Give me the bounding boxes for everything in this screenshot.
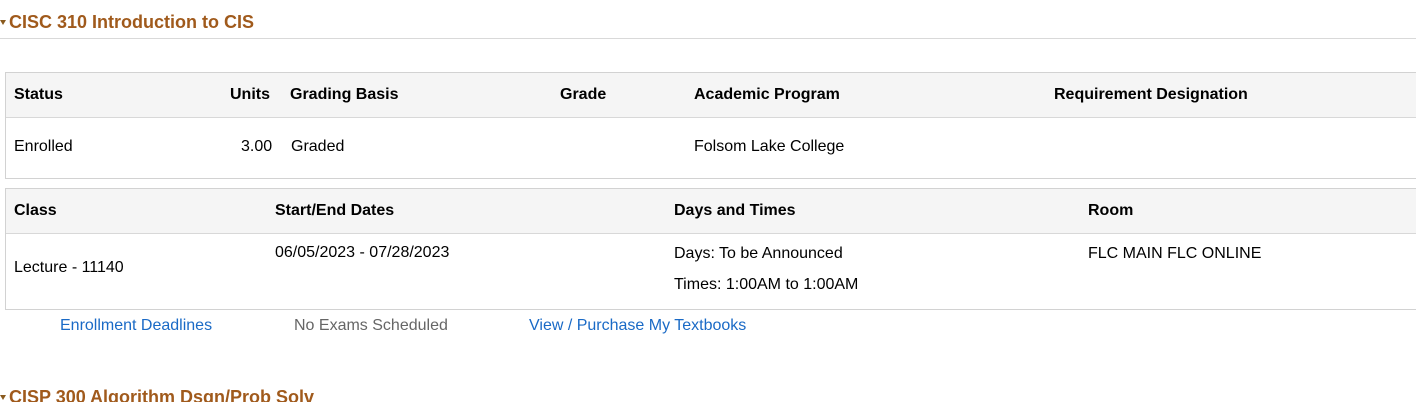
class-data-row: Lecture - 11140 06/05/2023 - 07/28/2023 … — [6, 234, 1416, 310]
units-value: 3.00 — [241, 138, 273, 155]
col-grade: Grade — [560, 86, 607, 103]
course-section-header[interactable]: CISP 300 Algorithm Dsgn/Prob Solv — [0, 382, 1416, 402]
room-value: FLC MAIN FLC ONLINE — [1088, 245, 1262, 262]
grading-basis-value: Graded — [291, 138, 345, 155]
class-header-row: Class Start/End Dates Days and Times Roo… — [6, 189, 1416, 234]
section-divider — [0, 38, 1416, 39]
col-academic-program: Academic Program — [694, 86, 840, 103]
enrollment-header-row: Status Units Grading Basis Grade Academi… — [6, 73, 1416, 118]
enrollment-page: CISC 310 Introduction to CIS Status Unit… — [0, 0, 1416, 402]
course-title[interactable]: CISP 300 Algorithm Dsgn/Prob Solv — [9, 387, 314, 402]
collapse-triangle-icon[interactable] — [0, 394, 6, 400]
col-status: Status — [14, 86, 63, 103]
col-start-end-dates: Start/End Dates — [275, 202, 395, 219]
times-value: Times: 1:00AM to 1:00AM — [674, 276, 859, 293]
col-days-and-times: Days and Times — [674, 202, 796, 219]
col-room: Room — [1088, 202, 1134, 219]
collapse-triangle-icon[interactable] — [0, 19, 6, 25]
enrollment-deadlines-link[interactable]: Enrollment Deadlines — [60, 317, 212, 335]
col-requirement-designation: Requirement Designation — [1054, 86, 1248, 103]
class-meeting-table: Class Start/End Dates Days and Times Roo… — [5, 188, 1416, 310]
col-units: Units — [230, 86, 270, 103]
class-value: Lecture - 11140 — [14, 259, 124, 276]
status-value: Enrolled — [14, 138, 73, 155]
days-value: Days: To be Announced — [674, 245, 843, 262]
exams-status-text: No Exams Scheduled — [294, 317, 448, 334]
purchase-textbooks-link[interactable]: View / Purchase My Textbooks — [529, 317, 746, 335]
course-title[interactable]: CISC 310 Introduction to CIS — [9, 12, 254, 33]
enrollment-data-row: Enrolled 3.00 Graded Folsom Lake College — [6, 118, 1416, 179]
course-section-header[interactable]: CISC 310 Introduction to CIS — [0, 7, 1416, 37]
col-grading-basis: Grading Basis — [290, 86, 399, 103]
dates-value: 06/05/2023 - 07/28/2023 — [275, 244, 450, 261]
academic-program-value: Folsom Lake College — [694, 138, 845, 155]
enrollment-summary-table: Status Units Grading Basis Grade Academi… — [5, 72, 1416, 179]
col-class: Class — [14, 202, 57, 219]
